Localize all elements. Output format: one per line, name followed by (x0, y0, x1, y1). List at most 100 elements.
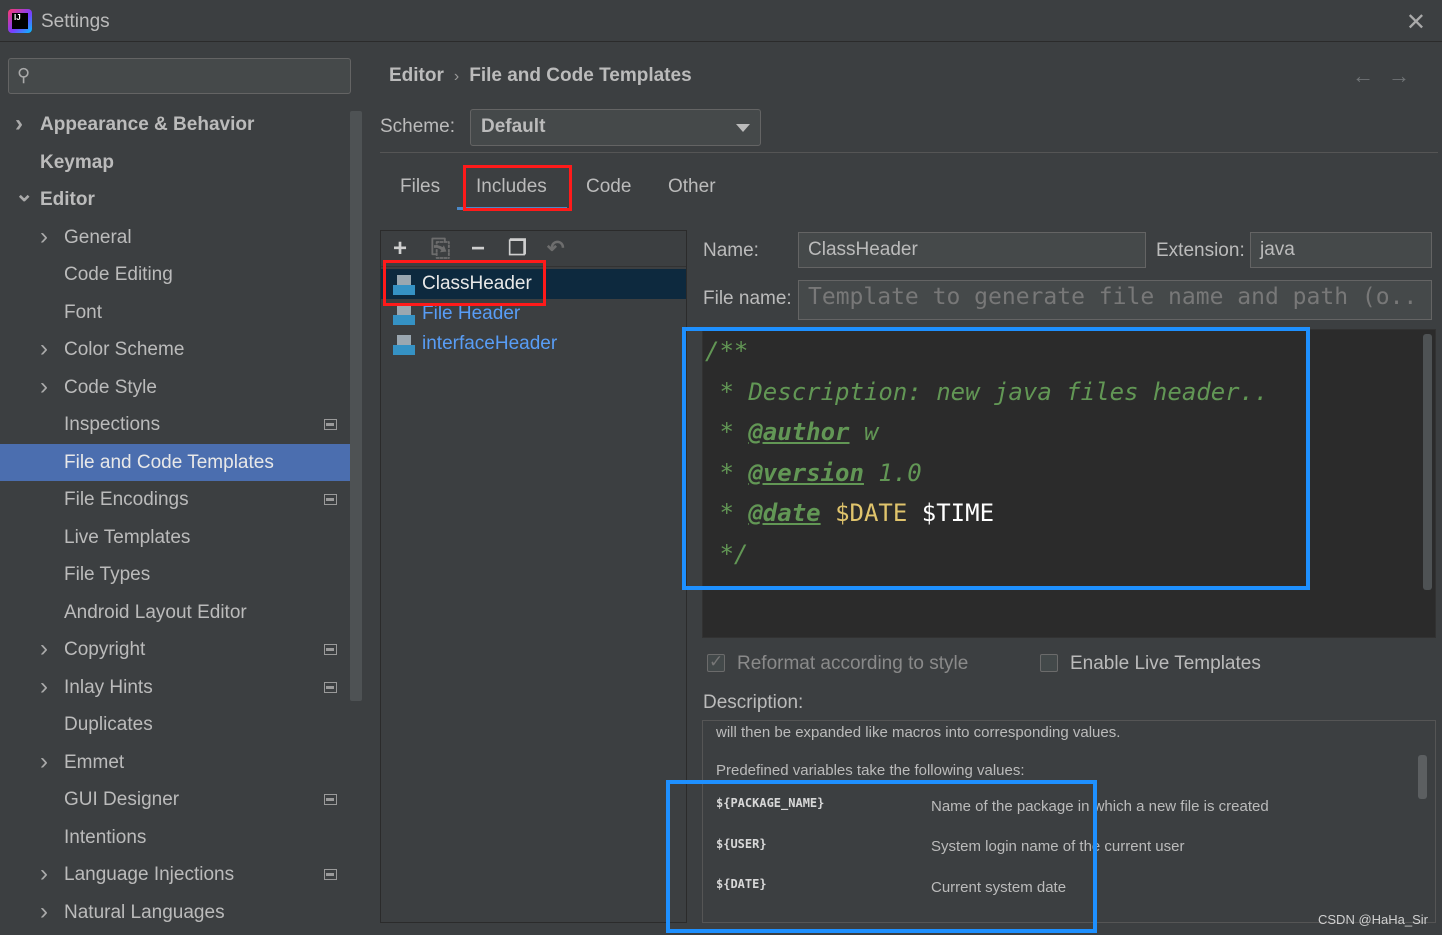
highlight-box-includes (463, 165, 572, 211)
sidebar-item-keymap[interactable]: Keymap (0, 144, 350, 181)
breadcrumb-separator-icon: › (453, 68, 460, 85)
sidebar-item-label: File Encodings (64, 489, 189, 510)
back-arrow-icon[interactable]: ← (1352, 63, 1388, 88)
tab-files[interactable]: Files (400, 176, 440, 198)
chevron-right-icon[interactable]: › (40, 630, 48, 667)
sidebar-item-label: Appearance & Behavior (40, 114, 255, 135)
sidebar-item-label: Code Style (64, 376, 157, 398)
sidebar-item-natural-languages[interactable]: › Natural Languages (0, 894, 350, 931)
sidebar-item-label: Copyright (64, 639, 146, 660)
sidebar-item-color-scheme[interactable]: › Color Scheme (0, 331, 350, 368)
remove-icon[interactable]: − (471, 235, 485, 263)
name-field[interactable]: ClassHeader (798, 232, 1146, 268)
reset-icon[interactable]: ↶ (547, 236, 565, 261)
watermark: CSDN @HaHa_Sir (1318, 912, 1428, 927)
live-templates-checkbox[interactable] (1040, 654, 1058, 672)
sidebar-scrollbar[interactable] (350, 111, 362, 701)
chevron-right-icon[interactable]: › (15, 105, 23, 142)
extension-label: Extension: (1156, 240, 1245, 261)
highlight-box-code (682, 327, 1310, 590)
chevron-right-icon[interactable]: › (40, 893, 48, 930)
description-text: will then be expanded like macros into c… (716, 724, 1121, 741)
sidebar-item-duplicates[interactable]: Duplicates (0, 706, 350, 743)
tab-code[interactable]: Code (586, 176, 631, 198)
sidebar-item-gui-designer[interactable]: GUI Designer (0, 781, 350, 818)
file-name-field[interactable]: Template to generate file name and path … (798, 280, 1432, 320)
title-bar: IJ Settings ✕ (0, 0, 1442, 42)
scheme-value: Default (481, 116, 546, 137)
sidebar-item-android-layout-editor[interactable]: Android Layout Editor (0, 594, 350, 631)
breadcrumb-parent[interactable]: Editor (389, 65, 444, 86)
reformat-label: Reformat according to style (737, 653, 969, 674)
sidebar-item-language-injections[interactable]: › Language Injections (0, 856, 350, 893)
sidebar-item-file-and-code-templates[interactable]: File and Code Templates (0, 443, 362, 481)
sidebar-item-label: Editor (40, 189, 95, 210)
editor-scrollbar[interactable] (1423, 334, 1432, 590)
sidebar-item-intentions[interactable]: Intentions (0, 819, 350, 856)
sidebar-item-label: Code Editing (64, 264, 173, 285)
sidebar-item-label: Font (64, 301, 103, 323)
sidebar-item-label: GUI Designer (64, 789, 180, 810)
duplicate-icon[interactable]: ❐ (508, 236, 527, 261)
sidebar-item-font[interactable]: Font (0, 294, 350, 331)
chevron-down-icon[interactable]: ⌄ (15, 175, 33, 212)
window-title: Settings (41, 11, 110, 32)
extension-field[interactable]: java (1250, 232, 1432, 268)
chevron-right-icon[interactable]: › (40, 368, 48, 405)
sidebar-item-label: File Types (64, 564, 151, 585)
sidebar-item-label: Intentions (64, 826, 147, 848)
sidebar-item-inlay-hints[interactable]: › Inlay Hints (0, 669, 350, 706)
template-list-panel: + ⎘ − ❐ ↶ ClassHeader File Header interf… (380, 230, 687, 923)
sidebar-item-label: Inlay Hints (64, 676, 153, 698)
sidebar-item-appearance-behavior[interactable]: › Appearance & Behavior (0, 106, 350, 143)
sidebar-item-label: Inspections (64, 414, 161, 435)
chevron-right-icon[interactable]: › (40, 855, 48, 892)
chevron-right-icon[interactable]: › (40, 218, 48, 255)
search-input[interactable]: ⚲ (8, 58, 351, 94)
scheme-label: Scheme: (380, 116, 455, 137)
chevron-right-icon[interactable]: › (40, 330, 48, 367)
sidebar-item-code-editing[interactable]: Code Editing (0, 256, 350, 293)
sidebar-item-inspections[interactable]: Inspections (0, 406, 350, 443)
scheme-dropdown[interactable]: Default (470, 109, 761, 146)
sidebar-item-label: Color Scheme (64, 339, 185, 360)
reformat-checkbox[interactable] (707, 652, 725, 672)
sidebar-item-label: Duplicates (64, 714, 153, 735)
breadcrumb: Editor › File and Code Templates (389, 65, 692, 87)
file-name-label: File name: (703, 288, 792, 309)
navigation-arrows: ←→ (1352, 63, 1424, 89)
sidebar-item-general[interactable]: › General (0, 219, 350, 256)
copy-template-icon[interactable]: ⎘ (431, 235, 450, 263)
dropdown-caret-icon (736, 124, 750, 132)
template-item-interface-header[interactable]: interfaceHeader (381, 329, 686, 359)
project-scope-icon (324, 644, 337, 655)
sidebar-item-live-templates[interactable]: Live Templates (0, 519, 350, 556)
description-label: Description: (703, 692, 804, 713)
sidebar-item-label: Language Injections (64, 864, 235, 885)
sidebar-item-copyright[interactable]: › Copyright (0, 631, 350, 668)
project-scope-icon (324, 419, 337, 430)
sidebar-item-file-encodings[interactable]: File Encodings (0, 481, 350, 518)
java-file-icon (393, 335, 415, 355)
forward-arrow-icon[interactable]: → (1388, 63, 1424, 88)
sidebar-item-file-types[interactable]: File Types (0, 556, 350, 593)
project-scope-icon (324, 494, 337, 505)
name-label: Name: (703, 240, 759, 261)
chevron-right-icon[interactable]: › (40, 668, 48, 705)
highlight-box-variables (666, 780, 1097, 933)
sidebar-item-label: General (64, 226, 132, 248)
description-scrollbar[interactable] (1418, 755, 1427, 799)
breadcrumb-current: File and Code Templates (469, 65, 692, 86)
chevron-right-icon[interactable]: › (40, 743, 48, 780)
project-scope-icon (324, 869, 337, 880)
add-icon[interactable]: + (393, 235, 407, 263)
template-label: File Header (422, 303, 521, 324)
close-icon[interactable]: ✕ (1406, 8, 1426, 37)
sidebar-item-emmet[interactable]: › Emmet (0, 744, 350, 781)
sidebar-item-label: Live Templates (64, 526, 191, 548)
sidebar-item-editor[interactable]: ⌄ Editor (0, 181, 350, 218)
template-label: interfaceHeader (422, 333, 558, 354)
sidebar-item-code-style[interactable]: › Code Style (0, 369, 350, 406)
description-text: Predefined variables take the following … (716, 762, 1025, 779)
tab-other[interactable]: Other (668, 176, 716, 198)
